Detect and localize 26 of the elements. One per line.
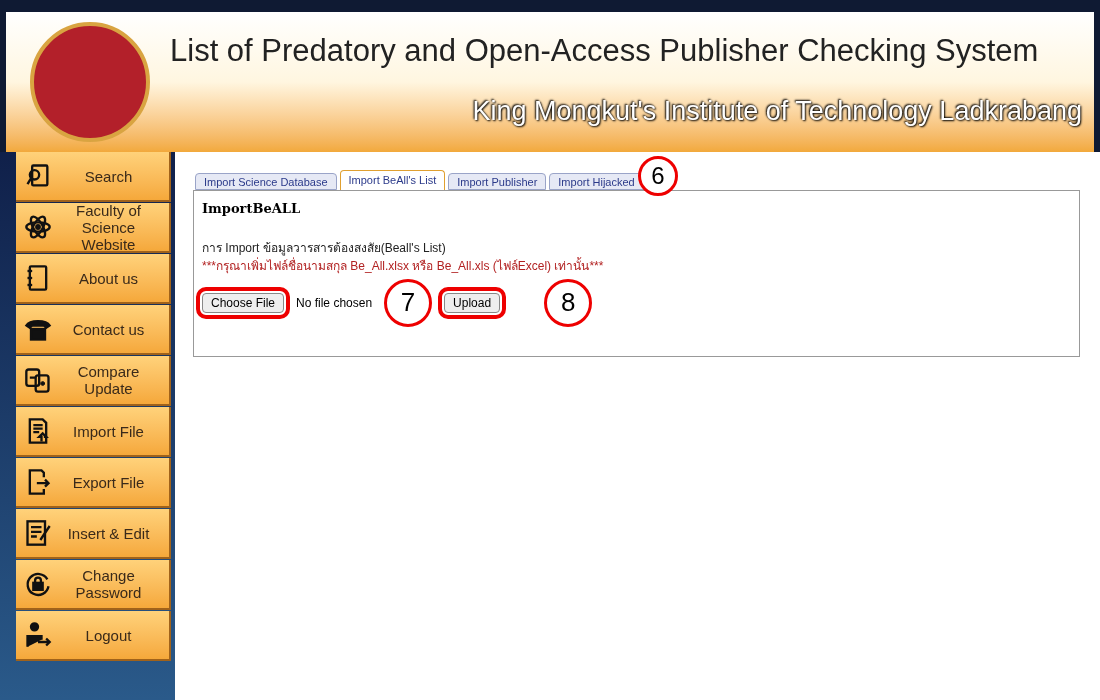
tab[interactable]: Import Hijacked bbox=[549, 173, 644, 190]
sidebar-menu-button[interactable]: Logout bbox=[16, 611, 171, 661]
tab[interactable]: Import Publisher bbox=[448, 173, 547, 190]
sidebar-menu-button[interactable]: Import File bbox=[16, 407, 171, 457]
file-status: No file chosen bbox=[296, 294, 373, 312]
tab[interactable]: Import BeAll's List bbox=[339, 170, 446, 190]
panel-heading: ImportBeALL bbox=[202, 200, 302, 218]
import-description: การ Import ข้อมูลวารสารต้องสงสัย(Beall's List) bbox=[202, 239, 447, 257]
sidebar-menu-button[interactable]: Change Password bbox=[16, 560, 171, 610]
documents-icon bbox=[24, 366, 52, 394]
sidebar-menu-button[interactable]: Search bbox=[16, 152, 171, 202]
sidebar-menu-button[interactable]: About us bbox=[16, 254, 171, 304]
sidebar-menu-button[interactable]: Insert & Edit bbox=[16, 509, 171, 559]
institute-name: King Mongkut's Institute of Technology Ladkrabang bbox=[472, 95, 1082, 129]
lock-icon bbox=[24, 570, 52, 598]
file-warning: ***กรุณาเพิ่มไฟล์ชื่อนามสกุล Be_All.xlsx หรือ Be_All.xls (ไฟล์Excel) เท่านั้น*** bbox=[202, 256, 605, 275]
document-edit-icon bbox=[24, 519, 52, 547]
sidebar-menu-button[interactable]: Export File bbox=[16, 458, 171, 508]
atom-icon bbox=[24, 213, 52, 241]
tab[interactable]: Import Science Database bbox=[195, 173, 337, 190]
sidebar-menu-button[interactable]: Compare Update bbox=[16, 356, 171, 406]
search-icon bbox=[24, 162, 52, 190]
site-title: List of Predatory and Open-Access Publisher Checking System bbox=[170, 32, 1040, 71]
user-exit-icon bbox=[24, 621, 52, 649]
sidebar-menu-button[interactable]: Contact us bbox=[16, 305, 171, 355]
sidebar-menu-button[interactable]: Faculty of Science Website bbox=[16, 203, 171, 253]
